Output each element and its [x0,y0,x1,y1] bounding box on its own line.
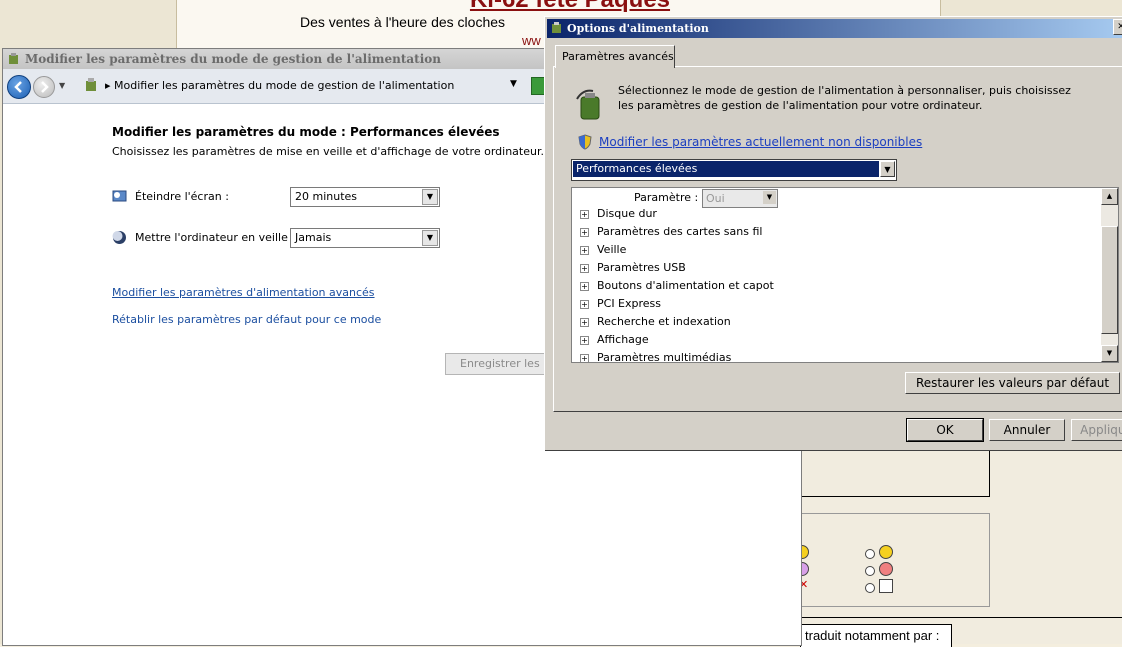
close-icon: ✕ [1117,22,1122,32]
expand-icon[interactable]: + [580,227,589,237]
tree-item[interactable]: + Disque dur [580,207,657,220]
plan-description: Choisissez les paramètres de mise en vei… [112,145,544,158]
smiley-happy-icon [879,545,893,559]
tree-param-value: Oui [706,192,725,205]
tree-item-label: PCI Express [597,297,662,310]
tree-item[interactable]: + Paramètres multimédias [580,351,732,363]
background-page-title[interactable]: Ki-62 fête Pâques [440,0,700,14]
expand-icon[interactable]: + [580,317,589,327]
expand-icon[interactable]: + [580,353,589,362]
display-clock-icon [112,190,127,202]
tree-item-label: Paramètres des cartes sans fil [597,225,763,238]
scroll-up-icon[interactable]: ▲ [1101,188,1118,205]
smiley-sad-icon [879,562,893,576]
tree-param-select[interactable]: Oui ▼ [702,189,778,208]
film-icon [879,579,893,593]
settings-tree[interactable]: Paramètre : Oui ▼ + Disque dur + Paramètre… [571,187,1119,363]
arrow-left-icon [14,81,22,93]
chevron-down-icon: ▼ [422,230,438,246]
reset-defaults-link[interactable]: Rétablir les paramètres par défaut pour … [112,313,381,326]
advanced-settings-link[interactable]: Modifier les paramètres d'alimentation a… [112,286,375,299]
scrollbar-thumb[interactable] [1101,226,1118,334]
tree-item[interactable]: + PCI Express [580,297,661,310]
sleep-value: Jamais [295,231,332,244]
power-plan-value: Performances élevées [573,161,879,177]
change-unavailable-settings-link[interactable]: Modifier les paramètres actuellement non… [599,135,922,149]
dialog-titlebar[interactable]: Options d'alimentation [547,19,1122,38]
arrow-right-icon [41,81,49,93]
address-text[interactable]: ▸ Modifier les paramètres du mode de ges… [105,79,454,92]
back-button[interactable] [7,75,31,99]
tree-item-label: Paramètres USB [597,261,686,274]
expand-icon[interactable]: + [580,263,589,273]
address-dropdown-icon[interactable]: ▼ [510,79,517,89]
display-off-value: 20 minutes [295,190,358,203]
battery-plug-icon [576,89,600,120]
chevron-down-icon: ▼ [880,161,895,177]
power-options-icon [552,22,561,33]
background-page-subtitle: Des ventes à l'heure des cloches [300,14,506,30]
tree-scrollbar[interactable]: ▲ ▼ [1101,188,1118,362]
sleep-moon-icon [112,231,126,244]
expand-icon[interactable]: + [580,335,589,345]
ok-button[interactable]: OK [906,418,984,442]
power-options-icon [86,78,96,91]
dialog-title: Options d'alimentation [567,22,709,35]
tree-item-label: Boutons d'alimentation et capot [597,279,774,292]
scroll-down-icon[interactable]: ▼ [1101,345,1118,362]
cancel-button[interactable]: Annuler [989,419,1065,441]
tree-item-label: Paramètres multimédias [597,351,732,363]
forward-button[interactable] [33,76,55,98]
tree-item-label: Veille [597,243,627,256]
background-box [800,448,990,497]
chevron-down-icon: ▼ [422,189,438,205]
plan-heading: Modifier les paramètres du mode : Perfor… [112,125,500,139]
background-page-link[interactable]: ww [522,33,541,48]
close-button[interactable]: ✕ [1113,19,1122,35]
tree-item[interactable]: + Veille [580,243,626,256]
address-path: Modifier les paramètres du mode de gesti… [114,79,455,92]
smiley-picker: ✕ [795,513,990,607]
power-options-icon [9,53,18,64]
display-off-select[interactable]: 20 minutes ▼ [290,187,440,207]
divider [800,617,1122,618]
sleep-select[interactable]: Jamais ▼ [290,228,440,248]
expand-icon[interactable]: + [580,245,589,255]
expand-icon[interactable]: + [580,209,589,219]
smiley-radio[interactable] [865,549,875,559]
display-off-label: Éteindre l'écran : [135,190,229,203]
smiley-radio[interactable] [865,583,875,593]
expand-icon[interactable]: + [580,281,589,291]
recent-pages-chevron-icon[interactable]: ▼ [59,81,65,90]
smiley-radio[interactable] [865,566,875,576]
expand-icon[interactable]: + [580,299,589,309]
uac-shield-icon [578,134,592,150]
tree-item[interactable]: + Boutons d'alimentation et capot [580,279,774,292]
chevron-down-icon: ▼ [763,191,776,204]
tree-item-label: Affichage [597,333,649,346]
sleep-label: Mettre l'ordinateur en veille : [135,231,296,244]
apply-button[interactable]: Appliquer [1071,419,1122,441]
tab-advanced-settings[interactable]: Paramètres avancés [555,45,675,68]
dialog-intro-text: Sélectionnez le mode de gestion de l'ali… [618,84,1071,112]
tree-item-label: Disque dur [597,207,657,220]
plan-window-title: Modifier les paramètres du mode de gesti… [25,52,441,66]
tree-item[interactable]: + Paramètres des cartes sans fil [580,225,762,238]
power-options-dialog: Options d'alimentation ✕ Paramètres avan… [544,16,1122,451]
tree-item[interactable]: + Affichage [580,333,649,346]
tree-param-label: Paramètre : [634,191,699,204]
tree-item[interactable]: + Recherche et indexation [580,315,731,328]
restore-defaults-button[interactable]: Restaurer les valeurs par défaut [905,372,1120,394]
tree-item[interactable]: + Paramètres USB [580,261,686,274]
power-plan-select[interactable]: Performances élevées ▼ [571,159,897,181]
tree-item-label: Recherche et indexation [597,315,731,328]
